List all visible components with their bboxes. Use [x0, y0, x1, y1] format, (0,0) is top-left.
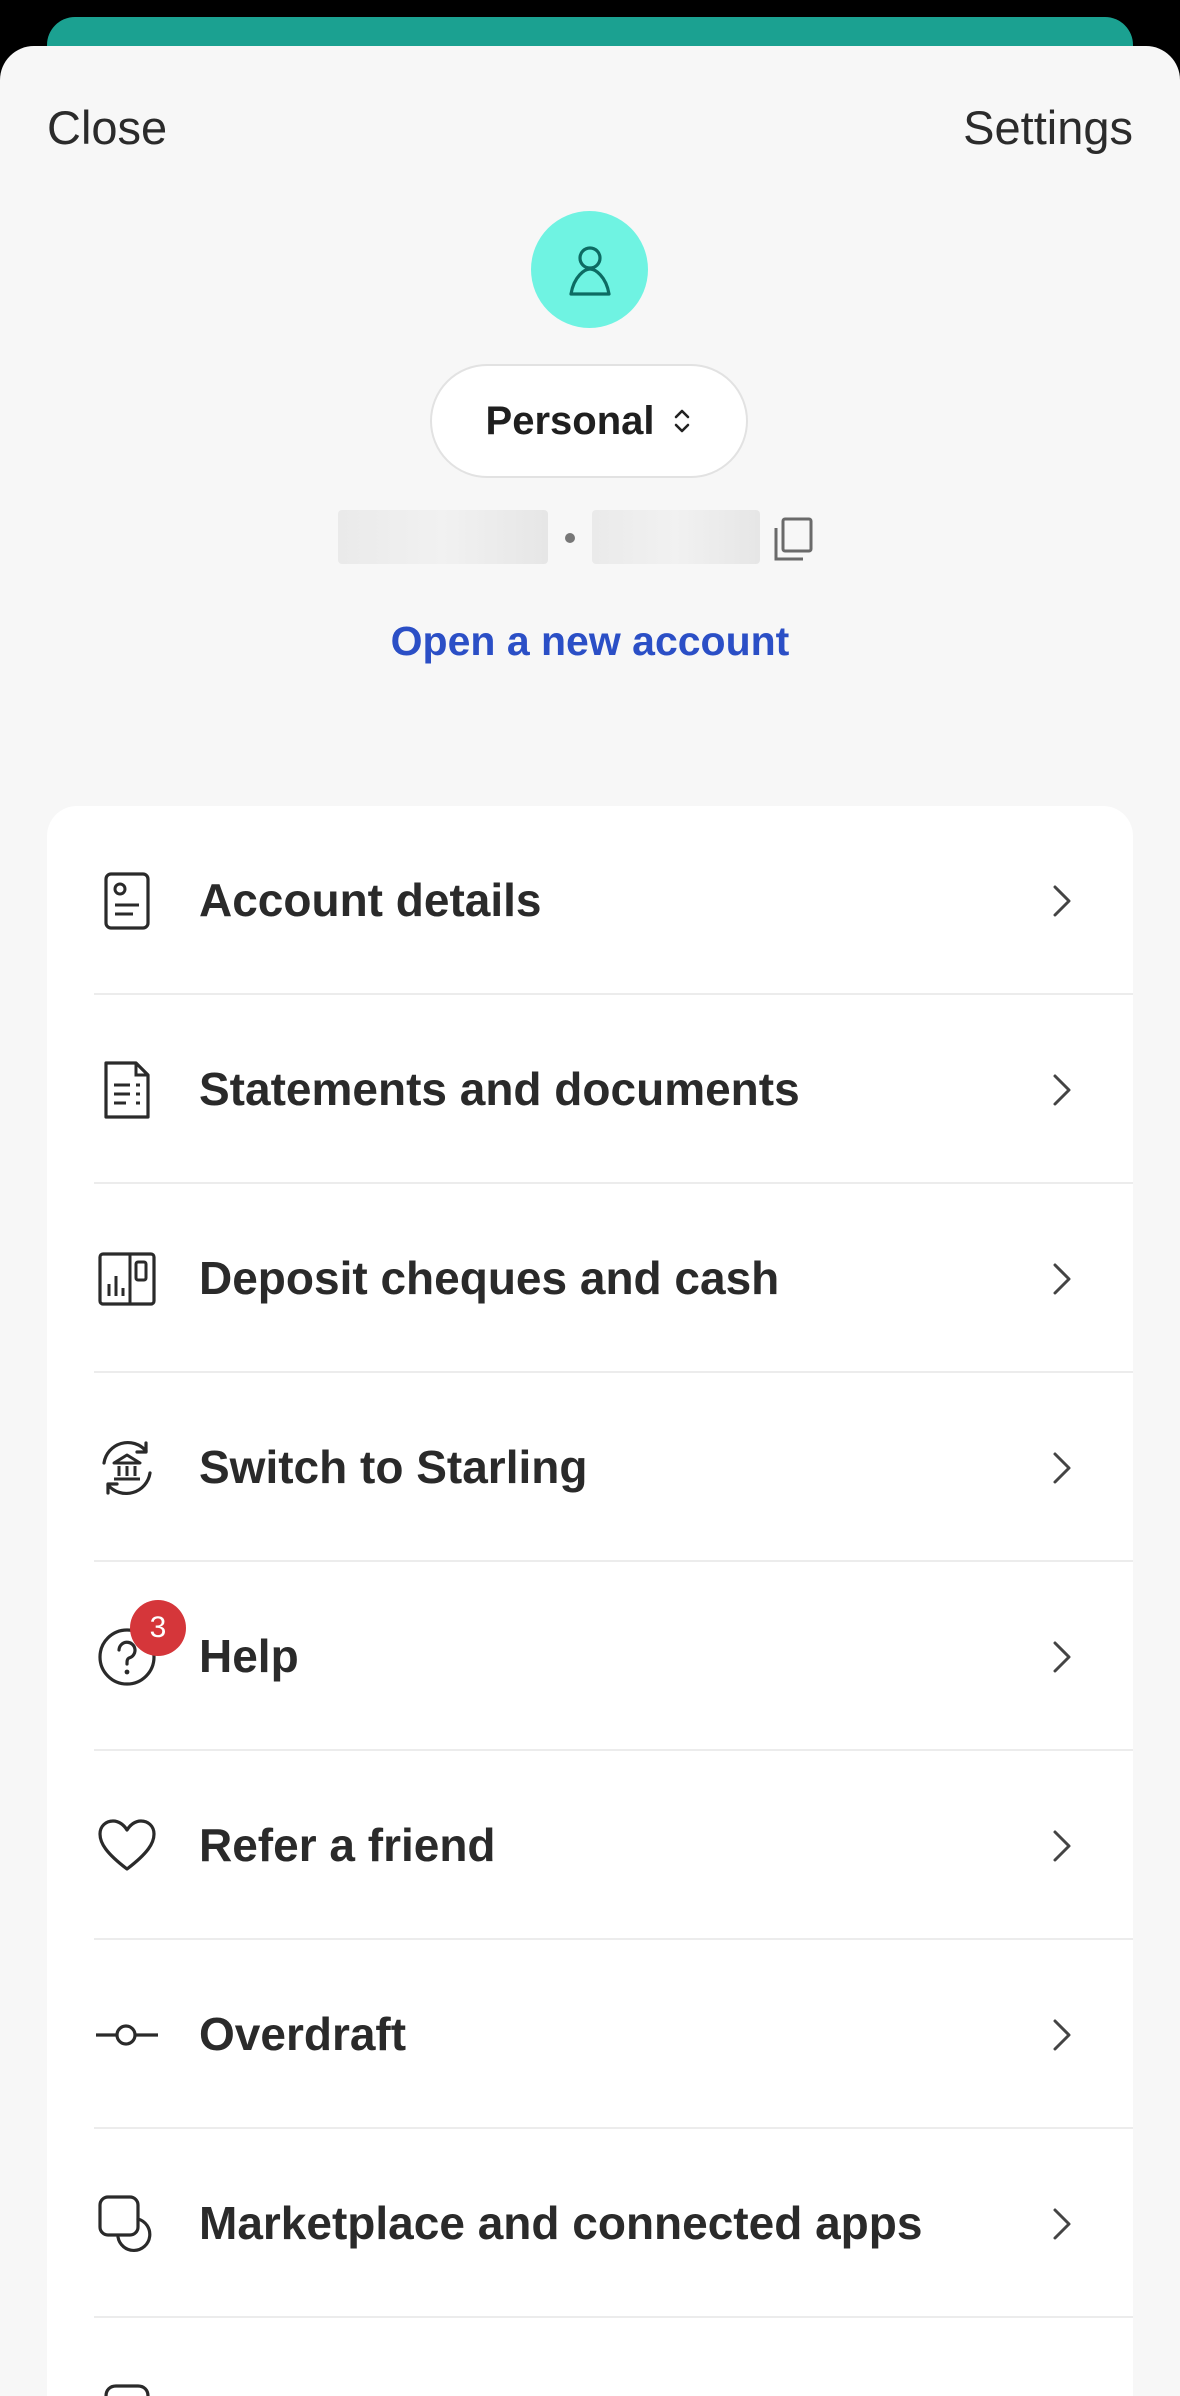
menu-item-deposit[interactable]: Deposit cheques and cash	[47, 1184, 1133, 1373]
menu-item-label: Overdraft	[199, 2008, 407, 2060]
copy-icon[interactable]	[772, 516, 814, 562]
chevron-right-icon	[1053, 1830, 1071, 1862]
chevron-right-icon	[1053, 1074, 1071, 1106]
notification-badge: 3	[130, 1600, 186, 1656]
bank-switch-icon	[102, 1440, 152, 1496]
deposit-icon	[98, 1252, 156, 1306]
separator-dot	[565, 533, 575, 543]
menu-item-refer-a-friend[interactable]: Refer a friend	[47, 1751, 1133, 1940]
chevron-up-down-icon	[675, 409, 690, 433]
menu-item-label: Marketplace and connected apps	[199, 2197, 923, 2249]
account-number-masked	[592, 510, 760, 564]
person-icon	[568, 245, 611, 296]
menu-item-overdraft[interactable]: Overdraft	[47, 1940, 1133, 2129]
chevron-right-icon	[1053, 2019, 1071, 2051]
partial-icon	[104, 2384, 150, 2396]
close-button[interactable]: Close	[47, 100, 167, 155]
menu-item-partial[interactable]	[47, 2318, 1133, 2396]
chevron-right-icon	[1053, 1452, 1071, 1484]
avatar[interactable]	[531, 211, 648, 328]
account-switcher-label: Personal	[485, 398, 655, 443]
menu-item-label: Help	[199, 1630, 299, 1682]
menu-item-label: Switch to Starling	[199, 1441, 588, 1493]
account-switcher[interactable]: Personal	[430, 364, 748, 478]
menu-item-statements[interactable]: Statements and documents	[47, 995, 1133, 1184]
document-card-icon	[104, 872, 150, 930]
marketplace-icon	[98, 2195, 152, 2253]
menu-item-label: Account details	[199, 874, 542, 926]
chevron-right-icon	[1053, 1641, 1071, 1673]
menu-list: Account details Statements and documents	[47, 806, 1133, 2396]
settings-button[interactable]: Settings	[963, 100, 1133, 155]
menu-item-switch-to-starling[interactable]: Switch to Starling	[47, 1373, 1133, 1562]
menu-item-label: Deposit cheques and cash	[199, 1252, 780, 1304]
heart-icon	[98, 1819, 156, 1871]
chevron-right-icon	[1053, 885, 1071, 917]
statement-icon	[104, 1061, 150, 1119]
menu-item-help[interactable]: 3 Help	[47, 1562, 1133, 1751]
menu-item-label: Statements and documents	[199, 1063, 800, 1115]
menu-item-account-details[interactable]: Account details	[47, 806, 1133, 995]
chevron-right-icon	[1053, 2208, 1071, 2240]
sort-code-masked	[338, 510, 548, 564]
menu-item-marketplace[interactable]: Marketplace and connected apps	[47, 2129, 1133, 2318]
overdraft-icon	[96, 2024, 158, 2046]
open-new-account-link[interactable]: Open a new account	[0, 618, 1180, 665]
chevron-right-icon	[1053, 1263, 1071, 1295]
menu-item-label: Refer a friend	[199, 1819, 496, 1871]
account-sheet: Close Settings Personal Open a new accou…	[0, 46, 1180, 2396]
